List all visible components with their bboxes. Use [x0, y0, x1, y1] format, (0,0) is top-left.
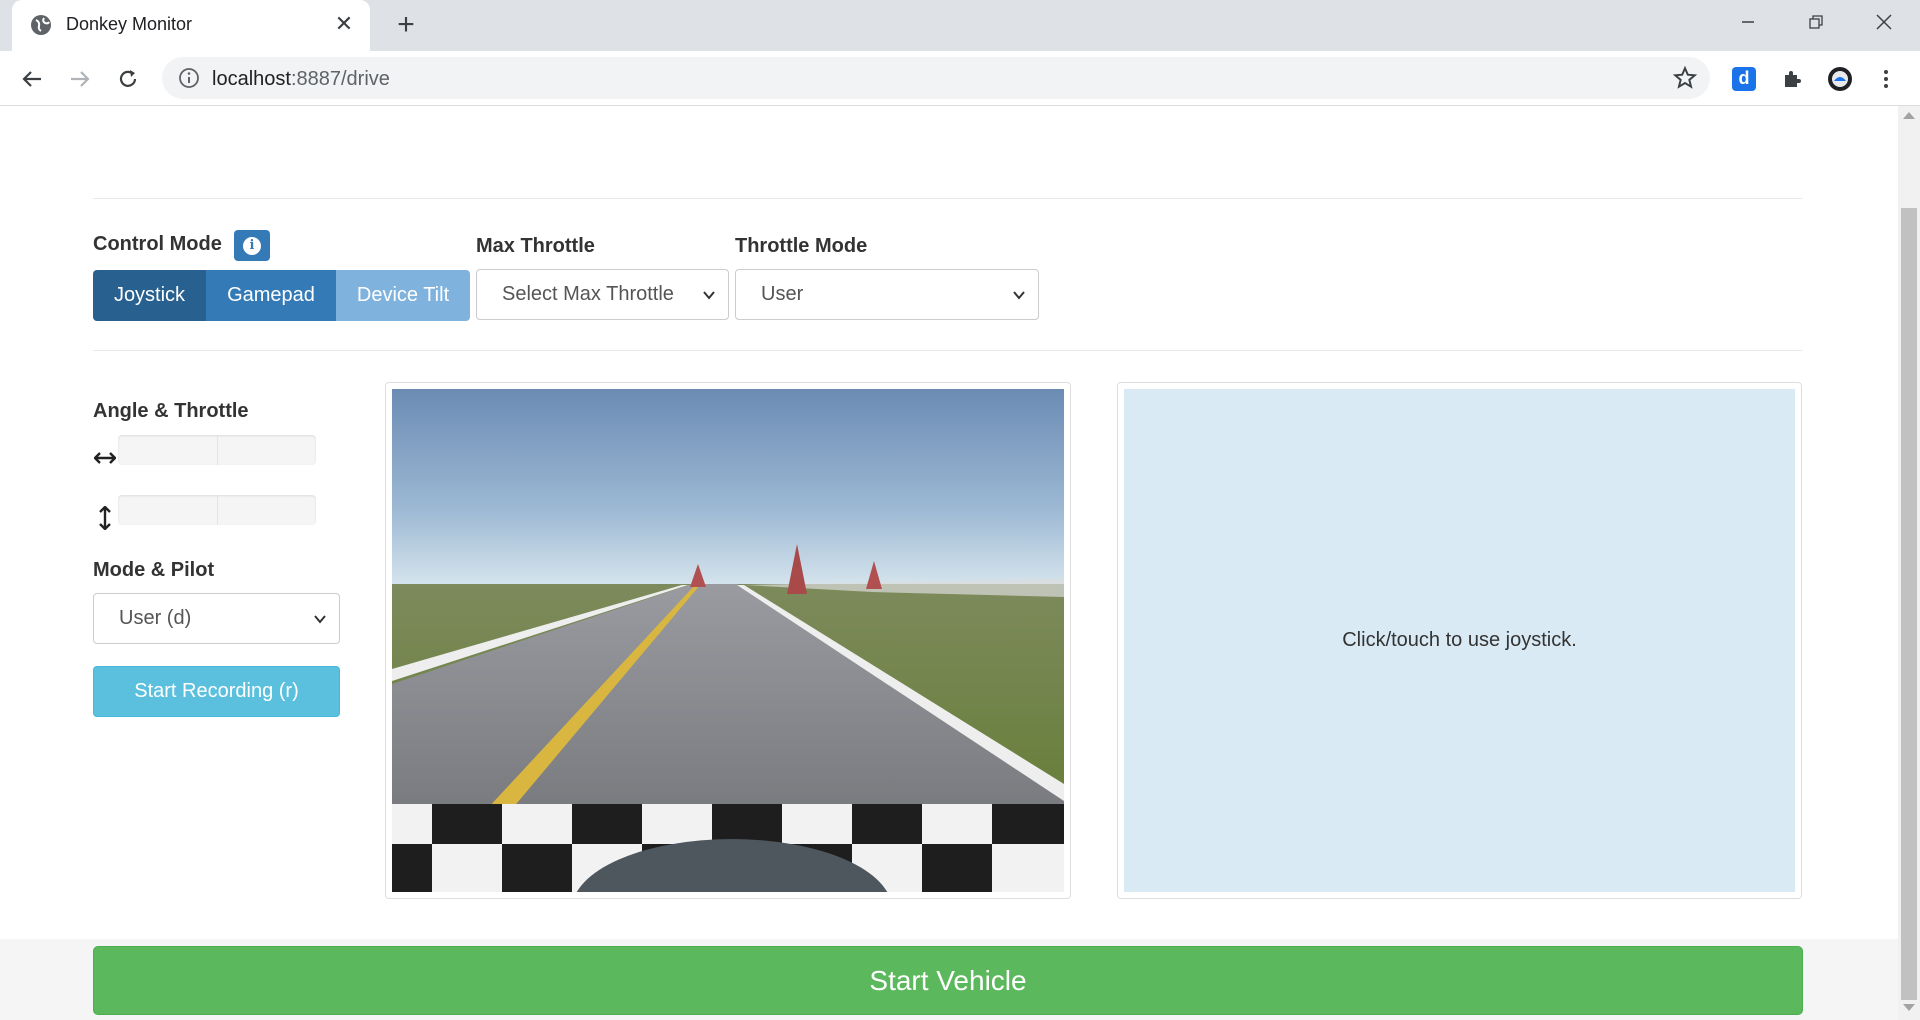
info-circle-icon[interactable] [178, 67, 200, 89]
bookmark-star-icon[interactable] [1672, 65, 1698, 91]
close-window-icon[interactable] [1864, 8, 1904, 36]
browser-tab-strip: Donkey Monitor ✕ + [0, 0, 1920, 51]
scroll-up-arrow-icon[interactable] [1903, 112, 1915, 119]
angle-throttle-label: Angle & Throttle [93, 400, 249, 422]
throttle-mode-value: User [761, 283, 804, 305]
camera-feed-image [392, 389, 1064, 892]
minimize-icon[interactable] [1728, 8, 1768, 36]
mode-pilot-value: User (d) [119, 607, 192, 629]
more-menu-icon[interactable] [1872, 65, 1900, 93]
joystick-mode-button[interactable]: Joystick [93, 270, 206, 321]
control-mode-button-group: Joystick Gamepad Device Tilt [93, 270, 470, 321]
scroll-down-arrow-icon[interactable] [1903, 1004, 1915, 1011]
profile-avatar-icon[interactable] [1826, 65, 1854, 93]
device-tilt-mode-button[interactable]: Device Tilt [336, 270, 470, 321]
max-throttle-value: Select Max Throttle [502, 283, 674, 305]
throttle-progress-bar [118, 495, 316, 525]
puzzle-extensions-icon[interactable] [1778, 65, 1806, 93]
page-viewport: Control Mode i Joystick Gamepad Device T… [0, 106, 1898, 1020]
address-bar[interactable]: localhost:8887/drive [162, 57, 1710, 99]
max-throttle-select[interactable]: Select Max Throttle [476, 269, 729, 320]
restore-icon[interactable] [1796, 8, 1836, 36]
mode-pilot-label: Mode & Pilot [93, 559, 215, 581]
tab-title: Donkey Monitor [66, 14, 193, 34]
browser-toolbar: localhost:8887/drive d [0, 51, 1920, 106]
throttle-mode-label: Throttle Mode [735, 235, 868, 257]
scroll-thumb[interactable] [1901, 208, 1917, 1000]
joystick-touch-area[interactable]: Click/touch to use joystick. [1124, 389, 1795, 892]
url-text[interactable]: localhost:8887/drive [212, 68, 390, 91]
chevron-down-icon [314, 615, 326, 624]
back-arrow-icon[interactable] [16, 63, 48, 95]
chevron-down-icon [1013, 291, 1025, 300]
browser-tab[interactable]: Donkey Monitor ✕ [12, 0, 370, 51]
close-tab-icon[interactable]: ✕ [332, 12, 356, 36]
max-throttle-label: Max Throttle [476, 235, 595, 257]
start-vehicle-button[interactable]: Start Vehicle [93, 946, 1803, 1015]
chevron-down-icon [703, 291, 715, 300]
new-tab-icon[interactable]: + [390, 10, 422, 42]
mode-pilot-select[interactable]: User (d) [93, 593, 340, 644]
vertical-arrows-icon [93, 506, 117, 530]
extension-d-icon[interactable]: d [1730, 65, 1758, 93]
start-recording-button[interactable]: Start Recording (r) [93, 666, 340, 717]
divider [93, 198, 1802, 199]
globe-icon [31, 15, 51, 35]
control-mode-info-button[interactable]: i [234, 230, 270, 261]
gamepad-mode-button[interactable]: Gamepad [206, 270, 336, 321]
control-mode-label: Control Mode [93, 233, 222, 255]
joystick-hint: Click/touch to use joystick. [1342, 629, 1577, 651]
forward-arrow-icon[interactable] [64, 63, 96, 95]
info-icon: i [243, 236, 261, 255]
throttle-mode-select[interactable]: User [735, 269, 1039, 320]
horizontal-arrows-icon [93, 446, 117, 470]
angle-progress-bar [118, 435, 316, 465]
reload-icon[interactable] [112, 63, 144, 95]
vertical-scrollbar[interactable] [1898, 106, 1920, 1020]
divider [93, 350, 1802, 351]
